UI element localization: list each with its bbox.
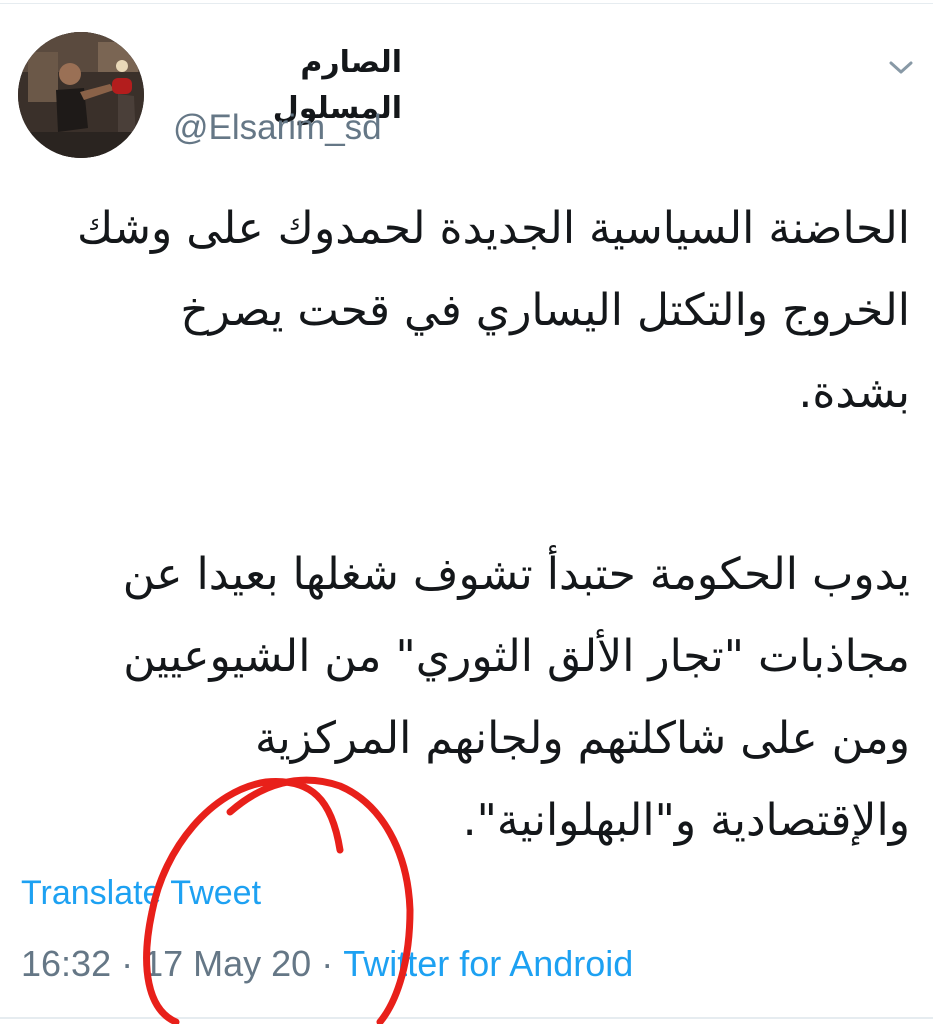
tweet-date[interactable]: 17 May 20 (143, 943, 311, 984)
tweet-text: الحاضنة السياسية الجديدة لحمدوك على وشك … (60, 188, 910, 862)
chevron-down-icon[interactable] (884, 52, 918, 82)
meta-separator: · (121, 943, 134, 984)
tweet-source-link[interactable]: Twitter for Android (343, 943, 633, 984)
bottom-divider (0, 1017, 933, 1019)
tweet-paragraph: الحاضنة السياسية الجديدة لحمدوك على وشك … (77, 203, 910, 418)
translate-tweet-link[interactable]: Translate Tweet (21, 870, 261, 916)
meta-separator: · (321, 943, 334, 984)
top-divider (0, 3, 933, 4)
tweet-time: 16:32 (21, 943, 112, 984)
avatar-photo (18, 32, 144, 158)
author-handle[interactable]: @Elsarim_sd (173, 103, 382, 153)
tweet-paragraph: يدوب الحكومة حتبدأ تشوف شغلها بعيدا عن م… (122, 549, 910, 846)
tweet-meta: 16:32 · 17 May 20 · Twitter for Android (21, 940, 633, 988)
avatar[interactable] (18, 32, 144, 158)
